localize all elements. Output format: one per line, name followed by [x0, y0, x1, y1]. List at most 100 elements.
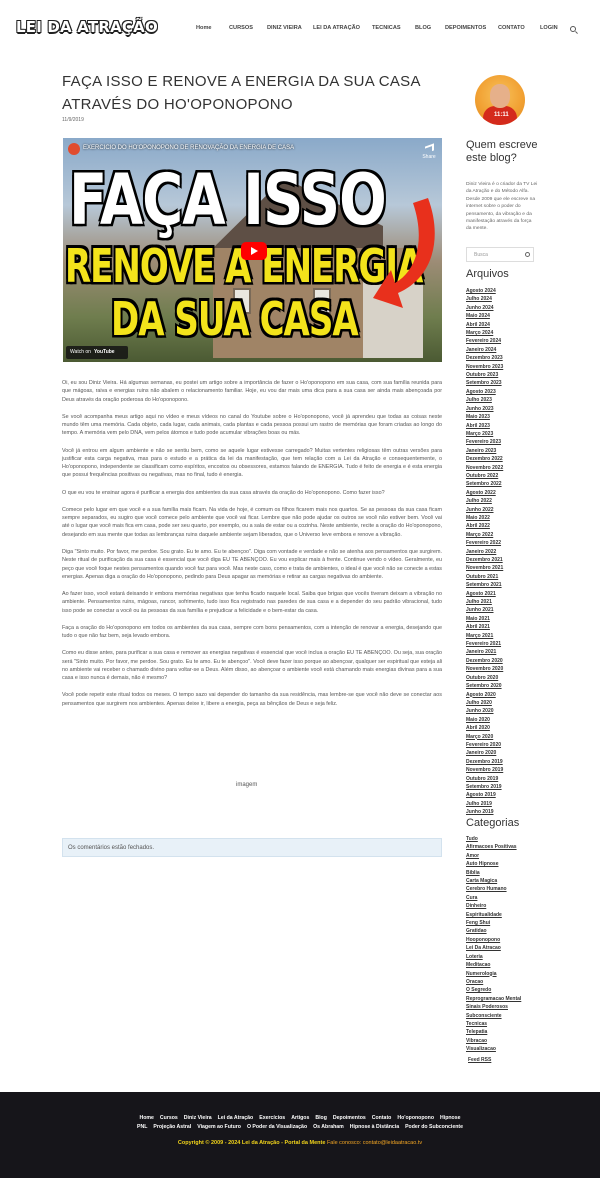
archive-link[interactable]: Outubro 2021: [466, 573, 503, 581]
archive-link[interactable]: Outubro 2020: [466, 674, 503, 682]
nav-login[interactable]: LOGIN: [540, 25, 558, 31]
archive-link[interactable]: Agosto 2023: [466, 388, 503, 396]
footer-link[interactable]: Contato: [372, 1115, 392, 1121]
category-link[interactable]: Tecnicas: [466, 1020, 521, 1028]
archive-link[interactable]: Junho 2024: [466, 304, 503, 312]
category-link[interactable]: Dinheiro: [466, 902, 521, 910]
archive-link[interactable]: Agosto 2020: [466, 691, 503, 699]
youtube-embed[interactable]: FAÇA ISSO RENOVE A ENERGIA DA SUA CASA E…: [63, 138, 442, 362]
footer-link[interactable]: PNL: [137, 1124, 147, 1130]
share-button[interactable]: Share: [419, 143, 439, 160]
category-link[interactable]: Espiritualidade: [466, 911, 521, 919]
footer-link[interactable]: Diniz Vieira: [184, 1115, 212, 1121]
footer-link[interactable]: Lei da Atração: [218, 1115, 254, 1121]
category-link[interactable]: Tudo: [466, 835, 521, 843]
archive-link[interactable]: Março 2024: [466, 329, 503, 337]
archive-link[interactable]: Setembro 2022: [466, 480, 503, 488]
archive-link[interactable]: Agosto 2024: [466, 287, 503, 295]
category-link[interactable]: Afirmacoes Positivas: [466, 843, 521, 851]
category-link[interactable]: Auto Hipnose: [466, 860, 521, 868]
category-link[interactable]: Visualizacao: [466, 1045, 521, 1053]
archive-link[interactable]: Abril 2022: [466, 522, 503, 530]
category-link[interactable]: Numerologia: [466, 970, 521, 978]
archive-link[interactable]: Novembro 2022: [466, 464, 503, 472]
archive-link[interactable]: Agosto 2021: [466, 590, 503, 598]
nav-blog[interactable]: BLOG: [415, 25, 431, 31]
category-link[interactable]: Subconsciente: [466, 1012, 521, 1020]
archive-link[interactable]: Dezembro 2022: [466, 455, 503, 463]
category-link[interactable]: Meditacao: [466, 961, 521, 969]
archive-link[interactable]: Abril 2023: [466, 422, 503, 430]
footer-link[interactable]: Depoimentos: [333, 1115, 366, 1121]
category-link[interactable]: Hooponopono: [466, 936, 521, 944]
archive-link[interactable]: Fevereiro 2020: [466, 741, 503, 749]
archive-link[interactable]: Julho 2020: [466, 699, 503, 707]
archive-link[interactable]: Dezembro 2020: [466, 657, 503, 665]
category-link[interactable]: Carta Magica: [466, 877, 521, 885]
category-link[interactable]: O Segredo: [466, 986, 521, 994]
footer-link[interactable]: Viagem ao Futuro: [197, 1124, 241, 1130]
archive-link[interactable]: Maio 2021: [466, 615, 503, 623]
category-link[interactable]: Lei Da Atracao: [466, 944, 521, 952]
category-link[interactable]: Amor: [466, 852, 521, 860]
archive-link[interactable]: Dezembro 2023: [466, 354, 503, 362]
footer-link[interactable]: Hipnose à Distância: [350, 1124, 399, 1130]
archive-link[interactable]: Março 2023: [466, 430, 503, 438]
archive-link[interactable]: Setembro 2019: [466, 783, 503, 791]
archive-link[interactable]: Janeiro 2023: [466, 447, 503, 455]
archive-link[interactable]: Dezembro 2019: [466, 758, 503, 766]
category-link[interactable]: Gratidao: [466, 927, 521, 935]
archive-link[interactable]: Outubro 2022: [466, 472, 503, 480]
archive-link[interactable]: Setembro 2021: [466, 581, 503, 589]
archive-link[interactable]: Julho 2022: [466, 497, 503, 505]
play-button[interactable]: [241, 242, 267, 260]
search-icon[interactable]: [525, 252, 530, 257]
archive-link[interactable]: Abril 2020: [466, 724, 503, 732]
footer-link[interactable]: Artigos: [291, 1115, 309, 1121]
archive-link[interactable]: Julho 2023: [466, 396, 503, 404]
archive-link[interactable]: Fevereiro 2022: [466, 539, 503, 547]
footer-link[interactable]: Poder do Subconciente: [405, 1124, 463, 1130]
sidebar-search-input[interactable]: Busca: [466, 247, 534, 262]
archive-link[interactable]: Março 2020: [466, 733, 503, 741]
archive-link[interactable]: Fevereiro 2021: [466, 640, 503, 648]
archive-link[interactable]: Junho 2023: [466, 405, 503, 413]
footer-link[interactable]: Blog: [315, 1115, 327, 1121]
footer-link[interactable]: Home: [140, 1115, 154, 1121]
archive-link[interactable]: Janeiro 2020: [466, 749, 503, 757]
contact-text[interactable]: Fale conosco: contato@leidaatracao.tv: [327, 1140, 422, 1146]
archive-link[interactable]: Maio 2020: [466, 716, 503, 724]
category-link[interactable]: Oracao: [466, 978, 521, 986]
nav-home[interactable]: Home: [196, 25, 212, 31]
category-link[interactable]: Loteria: [466, 953, 521, 961]
category-link[interactable]: Cura: [466, 894, 521, 902]
archive-link[interactable]: Fevereiro 2023: [466, 438, 503, 446]
watch-on-youtube-button[interactable]: Watch on YouTube: [66, 346, 128, 359]
footer-link[interactable]: Cursos: [160, 1115, 178, 1121]
archive-link[interactable]: Novembro 2023: [466, 363, 503, 371]
nav-diniz-vieira[interactable]: DINIZ VIEIRA: [267, 25, 302, 31]
archive-link[interactable]: Fevereiro 2024: [466, 337, 503, 345]
site-logo[interactable]: LEI DA ATRAÇÃO: [16, 18, 158, 36]
archive-link[interactable]: Maio 2024: [466, 312, 503, 320]
archive-link[interactable]: Julho 2019: [466, 800, 503, 808]
category-link[interactable]: Biblia: [466, 869, 521, 877]
archive-link[interactable]: Abril 2021: [466, 623, 503, 631]
archive-link[interactable]: Outubro 2023: [466, 371, 503, 379]
archive-link[interactable]: Maio 2023: [466, 413, 503, 421]
footer-link[interactable]: Hipnose: [440, 1115, 460, 1121]
footer-link[interactable]: Os Abraham: [313, 1124, 344, 1130]
category-link[interactable]: Vibracao: [466, 1037, 521, 1045]
archive-link[interactable]: Junho 2021: [466, 606, 503, 614]
archive-link[interactable]: Novembro 2019: [466, 766, 503, 774]
archive-link[interactable]: Julho 2021: [466, 598, 503, 606]
archive-link[interactable]: Março 2021: [466, 632, 503, 640]
category-link[interactable]: Reprogramacao Mental: [466, 995, 521, 1003]
archive-link[interactable]: Janeiro 2022: [466, 548, 503, 556]
archive-link[interactable]: Novembro 2021: [466, 564, 503, 572]
video-title[interactable]: EXERCICIO DO HO'OPONOPONO DE RENOVAÇÃO D…: [83, 145, 294, 151]
archive-link[interactable]: Outubro 2019: [466, 775, 503, 783]
category-link[interactable]: Telepatia: [466, 1028, 521, 1036]
search-icon[interactable]: [570, 26, 576, 32]
channel-avatar[interactable]: [68, 143, 80, 155]
